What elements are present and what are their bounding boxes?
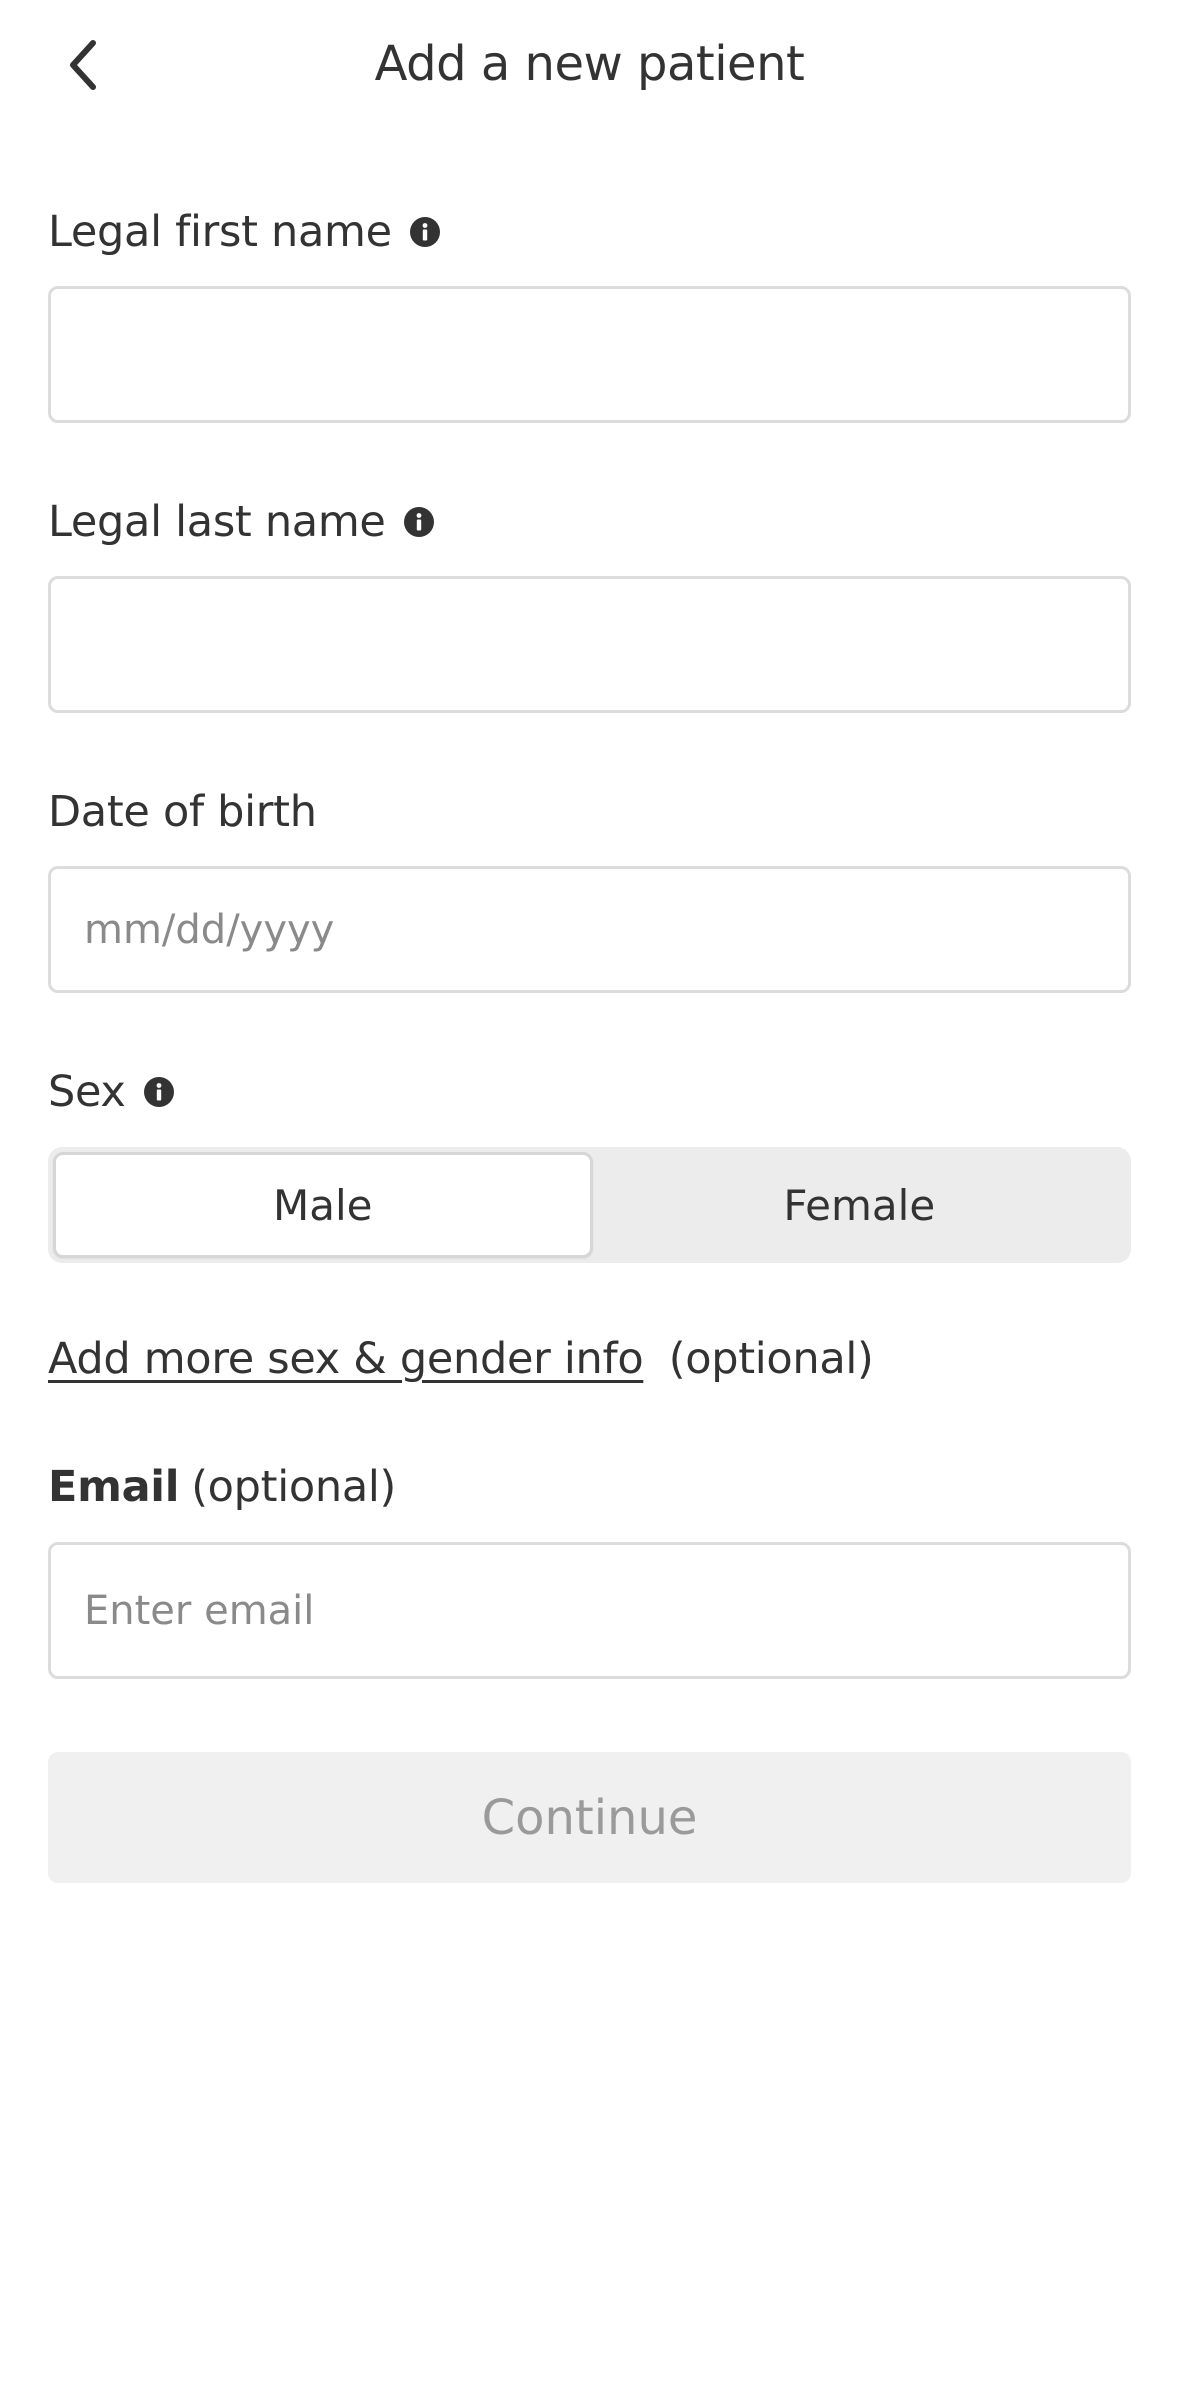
last-name-label-row: Legal last name bbox=[48, 497, 436, 547]
email-label-row: Email (optional) bbox=[48, 1462, 396, 1512]
continue-button[interactable]: Continue bbox=[48, 1752, 1131, 1883]
add-sex-gender-info-link[interactable]: Add more sex & gender info bbox=[48, 1334, 644, 1384]
email-input[interactable] bbox=[48, 1542, 1131, 1679]
last-name-input[interactable] bbox=[48, 576, 1131, 713]
first-name-label-row: Legal first name bbox=[48, 207, 442, 257]
first-name-label: Legal first name bbox=[48, 207, 392, 257]
sex-label: Sex bbox=[48, 1067, 126, 1117]
email-optional-note: (optional) bbox=[191, 1462, 397, 1512]
last-name-label: Legal last name bbox=[48, 497, 386, 547]
sex-option-male[interactable]: Male bbox=[53, 1152, 593, 1258]
info-icon[interactable] bbox=[408, 215, 442, 249]
info-icon[interactable] bbox=[402, 505, 436, 539]
dob-label: Date of birth bbox=[48, 787, 317, 837]
sex-label-row: Sex bbox=[48, 1067, 176, 1117]
info-icon[interactable] bbox=[142, 1075, 176, 1109]
optional-note: (optional) bbox=[668, 1334, 874, 1384]
sex-option-female[interactable]: Female bbox=[593, 1152, 1127, 1258]
dob-label-row: Date of birth bbox=[48, 787, 317, 837]
email-label: Email bbox=[48, 1462, 180, 1512]
first-name-input[interactable] bbox=[48, 286, 1131, 423]
app-header: Add a new patient bbox=[0, 0, 1179, 135]
page-title: Add a new patient bbox=[374, 36, 805, 92]
sex-segmented-control: Male Female bbox=[48, 1147, 1131, 1263]
date-of-birth-input[interactable] bbox=[48, 866, 1131, 993]
more-info-row: Add more sex & gender info (optional) bbox=[48, 1334, 874, 1384]
